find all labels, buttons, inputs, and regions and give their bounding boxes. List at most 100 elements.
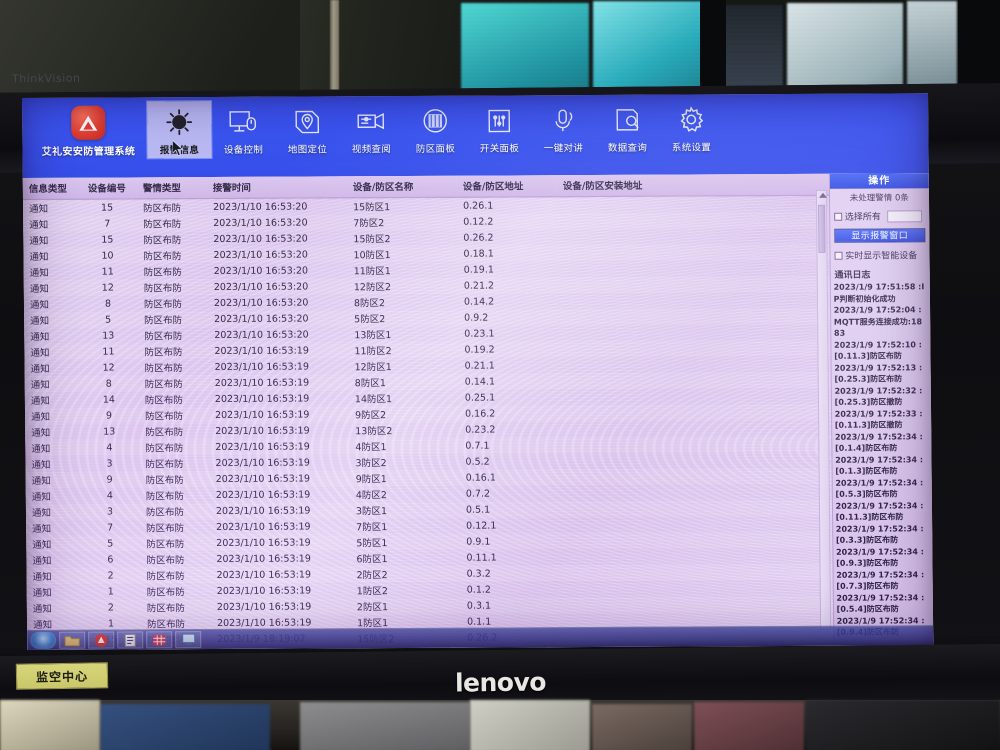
cell-info-type: 通知: [30, 363, 50, 375]
cell-zone-address: 0.16.2: [458, 405, 560, 422]
comm-log-header: 通讯日志: [834, 270, 871, 281]
log-entry: 2023/1/9 17:52:32 :[0.25.3]防区撤防: [834, 385, 923, 407]
app-body: 信息类型 设备编号 警情类型 接警时间 设备/防区名称 设备/防区地址 设备/防…: [22, 173, 934, 650]
cell-zone-name: 5防区2: [348, 309, 459, 327]
cell-install-address: [557, 211, 829, 230]
cell-zone-name: 6防区1: [356, 554, 388, 566]
cell-receive-time: 2023/1/10 16:53:20: [213, 233, 308, 245]
toolbar-item-switch-panel[interactable]: 开关面板: [467, 99, 532, 156]
main-toolbar: 报警信息 设备控制 地图定位 视频查阅 防区面板 开关面板 一键对讲 数据查询 …: [147, 98, 724, 159]
taskbar-text-editor-icon[interactable]: [117, 631, 144, 649]
toolbar-item-device-control[interactable]: 设备控制: [211, 101, 276, 158]
cell-zone-name: 8防区1: [348, 373, 459, 391]
cell-install-address: [560, 484, 832, 501]
operations-text-input[interactable]: [886, 209, 923, 222]
cell-alarm-type: 防区布防: [140, 567, 211, 584]
cell-receive-time: 2023/1/10 16:53:19: [216, 584, 312, 597]
toolbar-label: 数据查询: [607, 142, 648, 154]
cell-alarm-type: 防区布防: [140, 535, 211, 552]
zone-panel-icon: [403, 104, 467, 140]
cell-receive-time: 2023/1/10 16:53:19: [214, 360, 310, 373]
cell-alarm-type: 防区布防: [145, 427, 184, 439]
cell-receive-time: 2023/1/10 16:53:19: [210, 598, 351, 616]
scroll-up-arrow-icon[interactable]: [818, 192, 827, 198]
cell-info-type: 通知: [29, 267, 49, 279]
cell-info-type: 通知: [24, 311, 77, 328]
cell-alarm-type: 防区布防: [146, 555, 185, 567]
column-header-alarm-type[interactable]: 警情类型: [136, 177, 207, 199]
cell-receive-time: 2023/1/10 16:53:19: [209, 438, 350, 456]
cell-zone-address: 0.1.2: [466, 584, 491, 596]
cell-zone-name: 12防区2: [347, 277, 458, 295]
cell-device-no: 6: [107, 554, 114, 566]
cell-device-no: 5: [76, 311, 139, 328]
cell-alarm-type: 防区布防: [146, 587, 185, 599]
taskbar-monitor-app-icon[interactable]: [175, 631, 202, 649]
cell-device-no: 15: [101, 234, 114, 246]
app-brand: 艾礼安安防管理系统: [28, 105, 148, 158]
cell-alarm-type: 防区布防: [138, 375, 209, 392]
cell-zone-address: 0.5.1: [459, 501, 561, 518]
map-pin-icon: [275, 104, 339, 140]
cell-zone-address: 0.3.2: [460, 565, 561, 582]
toolbar-item-data-query[interactable]: 数据查询: [595, 99, 660, 156]
cell-info-type: 通知: [26, 535, 79, 552]
cell-zone-address: 0.3.1: [460, 597, 561, 614]
cell-device-no: 15: [100, 202, 114, 214]
cell-info-type: 通知: [25, 503, 79, 520]
log-entry: 2023/1/9 17:52:04 :MQTT服务连接成功:1883: [833, 305, 923, 338]
taskbar-explorer-folder-icon[interactable]: [59, 631, 86, 649]
cell-device-no: 11: [76, 343, 139, 360]
cell-install-address: [559, 467, 832, 486]
cell-zone-address: 0.12.1: [466, 520, 497, 532]
windows-start-orb-icon[interactable]: [30, 631, 57, 649]
log-entry: 2023/1/9 17:52:10 :[0.11.3]防区布防: [834, 339, 922, 361]
scrollbar-thumb[interactable]: [817, 204, 826, 253]
column-header-device-no[interactable]: 设备编号: [74, 177, 137, 200]
cell-info-type: 通知: [24, 407, 78, 424]
toolbar-item-map-location[interactable]: 地图定位: [275, 100, 340, 157]
cell-receive-time: 2023/1/10 16:53:19: [215, 424, 310, 437]
log-entry: 2023/1/9 17:51:58 :IP判断初始化成功: [833, 282, 925, 304]
cell-zone-name: 7防区1: [356, 522, 388, 534]
cell-alarm-type: 防区布防: [140, 599, 211, 616]
cell-receive-time: 2023/1/10 16:53:19: [208, 342, 349, 360]
toolbar-item-video-review[interactable]: 视频查阅: [339, 100, 404, 157]
select-all-row[interactable]: 选择所有: [830, 206, 929, 226]
column-header-info-type[interactable]: 信息类型: [22, 177, 75, 200]
comm-log-list[interactable]: 2023/1/9 17:51:58 :IP判断初始化成功 2023/1/9 17:…: [830, 281, 933, 638]
cell-install-address: [557, 195, 829, 213]
toolbar-item-zone-panel[interactable]: 防区面板: [403, 100, 468, 157]
app-brand-name: 艾礼安安防管理系统: [41, 146, 136, 158]
toolbar-item-system-settings[interactable]: 系统设置: [659, 98, 724, 155]
realtime-device-row[interactable]: 实时显示智能设备: [830, 245, 929, 265]
select-all-checkbox[interactable]: [833, 212, 842, 221]
log-entry: 2023/1/9 17:52:33 :[0.11.3]防区撤防: [834, 408, 923, 430]
cell-zone-address: 0.18.1: [457, 245, 558, 262]
cell-device-no: 12: [102, 362, 115, 374]
cell-install-address: [558, 260, 830, 277]
cell-receive-time: 2023/1/10 16:53:20: [213, 201, 308, 213]
log-entry: 2023/1/9 17:52:34 :[0.5.4]防区布防: [836, 592, 925, 614]
toolbar-item-intercom[interactable]: 一键对讲: [531, 99, 596, 156]
cell-receive-time: 2023/1/10 16:53:20: [213, 297, 309, 309]
cell-install-address: [560, 531, 833, 550]
cell-zone-name: 3防区1: [349, 501, 461, 519]
cell-install-address: [560, 563, 833, 582]
show-alarm-window-button[interactable]: 显示报警窗口: [833, 228, 926, 243]
taskbar-red-grid-app-icon[interactable]: [146, 631, 173, 649]
cell-install-address: [557, 243, 830, 262]
cell-info-type: 通知: [31, 491, 51, 503]
column-header-zone-name[interactable]: 设备/防区名称: [346, 175, 457, 198]
realtime-device-checkbox[interactable]: [834, 251, 843, 260]
cell-alarm-type: 防区布防: [144, 395, 183, 407]
column-header-zone-address[interactable]: 设备/防区地址: [456, 175, 557, 198]
cell-alarm-type: 防区布防: [139, 439, 210, 456]
cell-info-type: 通知: [32, 555, 52, 567]
cell-zone-address: 0.23.1: [464, 328, 495, 340]
taskbar-alarm-app-icon[interactable]: [88, 631, 115, 649]
column-header-install-address[interactable]: 设备/防区安装地址: [556, 173, 829, 197]
cell-receive-time: 2023/1/10 16:53:20: [214, 329, 309, 341]
cell-info-type: 通知: [23, 247, 76, 264]
column-header-receive-time[interactable]: 接警时间: [206, 176, 347, 199]
